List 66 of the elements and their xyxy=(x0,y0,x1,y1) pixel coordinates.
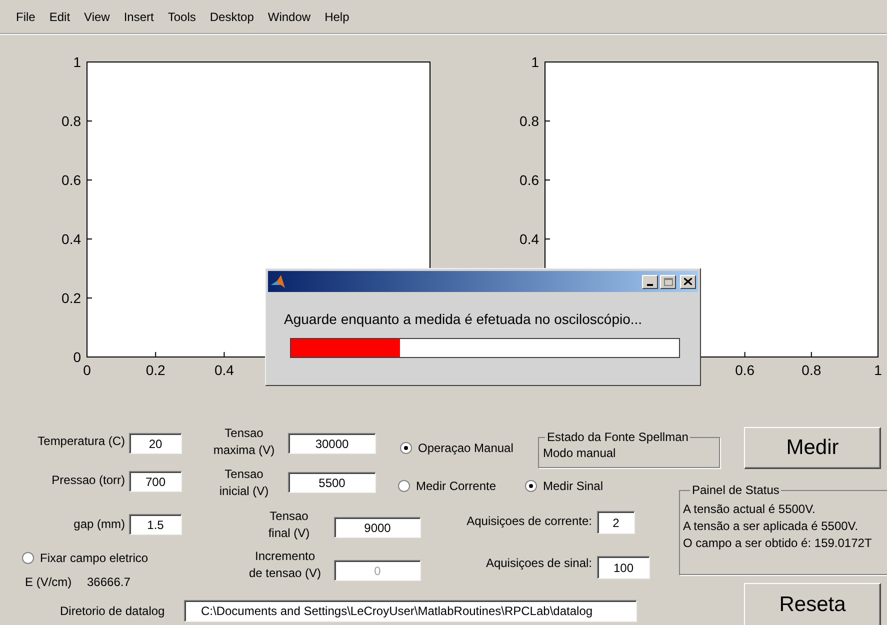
tick-label: 0 xyxy=(73,349,81,365)
field-label: Diretorio de datalog xyxy=(60,603,165,620)
menu-item[interactable]: File xyxy=(16,8,36,26)
tick-label: 0.4 xyxy=(520,231,539,247)
input-field[interactable]: 5500 xyxy=(288,472,376,493)
menu-item[interactable]: Help xyxy=(324,8,350,26)
tick-label: 1 xyxy=(874,362,882,378)
status-line: A tensão actual é 5500V. xyxy=(683,501,816,518)
radio-button[interactable] xyxy=(400,442,412,454)
input-field[interactable]: 20 xyxy=(129,433,182,454)
field-label: gap (mm) xyxy=(72,516,125,533)
radio-label: Medir Sinal xyxy=(543,478,604,495)
menu-item[interactable]: Desktop xyxy=(210,8,254,26)
field-label: E (V/cm) xyxy=(25,574,72,591)
status-line: O campo a ser obtido é: 159.0172T xyxy=(683,535,872,552)
menu-item[interactable]: Insert xyxy=(124,8,154,26)
tick-label: 0.2 xyxy=(146,362,166,378)
radio-button[interactable] xyxy=(22,552,34,564)
field-label: Tensao inicial (V) xyxy=(218,466,270,500)
tick-label: 0.8 xyxy=(62,113,81,129)
status-text: Modo manual xyxy=(543,445,616,462)
menu-item[interactable]: Tools xyxy=(168,8,196,26)
radio-button[interactable] xyxy=(398,480,410,492)
status-line: A tensão a ser aplicada é 5500V. xyxy=(683,518,860,535)
tick-label: 0.4 xyxy=(62,231,81,247)
tick-label: 0.8 xyxy=(802,362,822,378)
minimize-button[interactable] xyxy=(642,274,658,288)
input-field[interactable]: 1.5 xyxy=(129,514,182,535)
group-title: Estado da Fonte Spellman xyxy=(545,429,690,445)
tick-label: 0.6 xyxy=(520,172,539,188)
maximize-button[interactable] xyxy=(660,274,676,288)
field-label: Incremento de tensao (V) xyxy=(248,548,322,582)
tick-label: 0 xyxy=(83,362,91,378)
input-field[interactable]: 2 xyxy=(597,511,635,534)
field-label: Aquisiçoes de sinal: xyxy=(484,555,592,572)
tick-label: 0.8 xyxy=(520,113,539,129)
radio-label: Fixar campo eletrico xyxy=(40,550,148,567)
close-button[interactable] xyxy=(680,274,696,288)
field-label: Temperatura (C) xyxy=(36,433,125,450)
push-button[interactable]: Medir xyxy=(744,427,881,469)
tick-label: 0.2 xyxy=(62,290,81,306)
menu-item[interactable]: Edit xyxy=(49,8,70,26)
dialog-message: Aguarde enquanto a medida é efetuada no osciloscópio... xyxy=(284,310,644,329)
app-logo-icon xyxy=(270,274,286,290)
tick-label: 0.4 xyxy=(214,362,234,378)
input-field[interactable]: 9000 xyxy=(334,517,421,538)
field-label: Aquisiçoes de corrente: xyxy=(466,513,592,530)
tick-label: 1 xyxy=(73,54,81,70)
tick-label: 1 xyxy=(531,54,539,70)
input-field[interactable]: 700 xyxy=(129,471,182,492)
close-icon xyxy=(684,278,692,285)
input-field[interactable]: 100 xyxy=(597,556,650,579)
field-label: Tensao maxima (V) xyxy=(212,425,276,459)
field-label: Tensao final (V) xyxy=(267,508,311,542)
tick-label: 0.6 xyxy=(735,362,755,378)
menu-item[interactable]: Window xyxy=(268,8,311,26)
input-field[interactable]: C:\Documents and Settings\LeCroyUser\MatlabRoutines\RPCLab\datalog xyxy=(184,600,637,622)
field-label: Pressao (torr) xyxy=(50,472,125,489)
radio-label: Medir Corrente xyxy=(416,478,496,495)
radio-label: Operaçao Manual xyxy=(418,440,514,457)
menu-item[interactable]: View xyxy=(84,8,110,26)
input-field[interactable]: 30000 xyxy=(288,433,376,454)
radio-button[interactable] xyxy=(525,480,537,492)
tick-label: 0.6 xyxy=(62,172,81,188)
field-value: 36666.7 xyxy=(87,574,130,591)
push-button[interactable]: Reseta xyxy=(744,583,881,625)
